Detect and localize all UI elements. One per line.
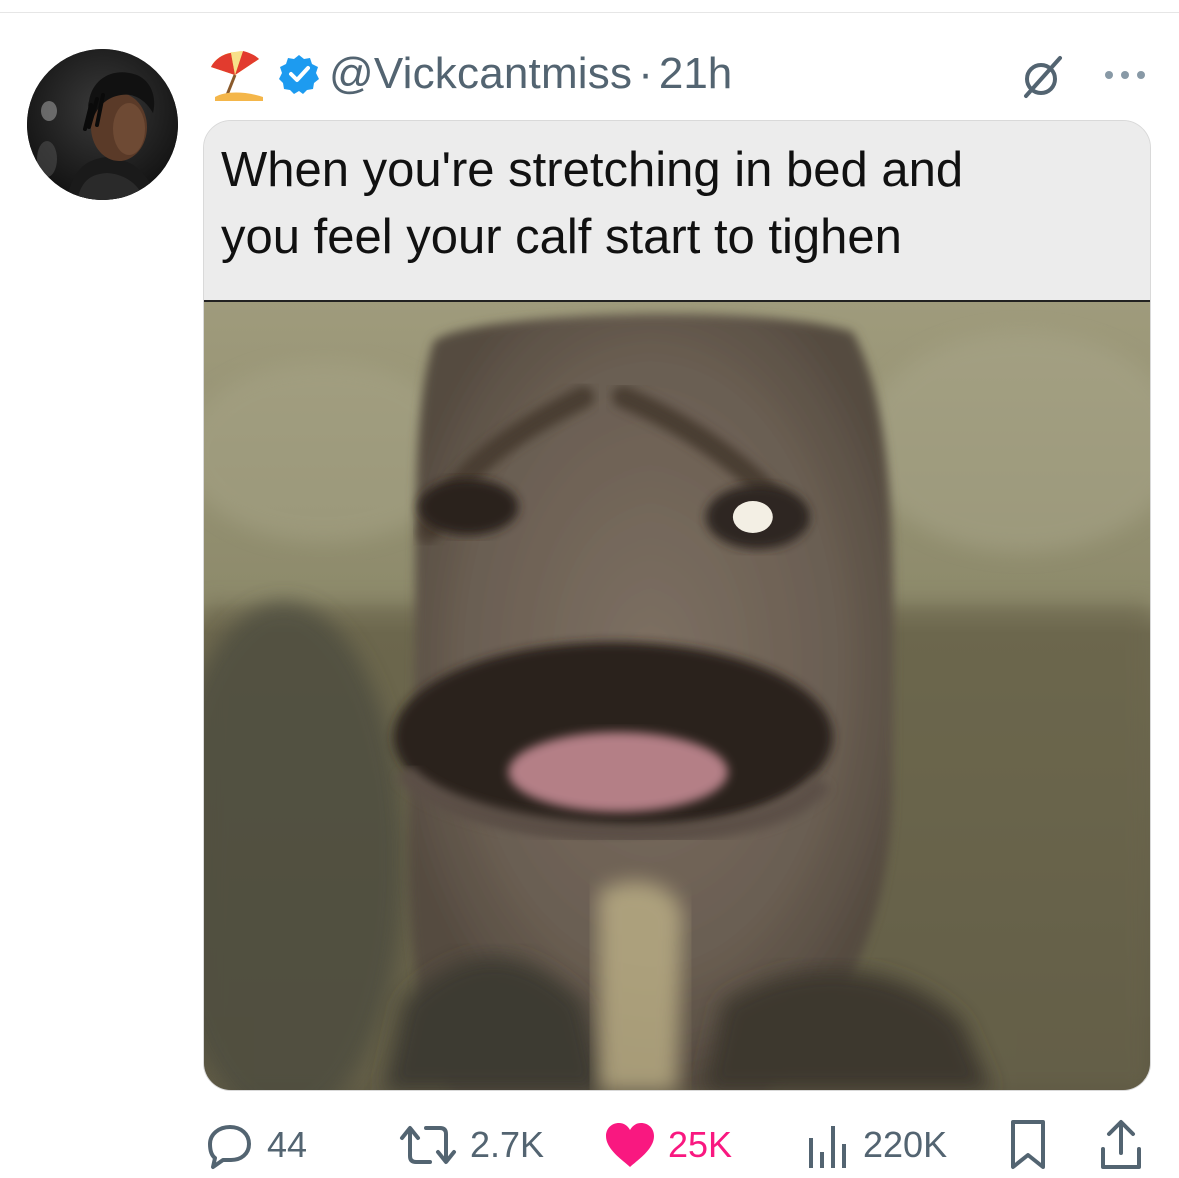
view-count: 220K xyxy=(863,1124,948,1165)
reply-count: 44 xyxy=(267,1124,308,1165)
post-media[interactable]: When you're stretching in bed and you fe… xyxy=(203,120,1151,1091)
avatar-image xyxy=(27,49,178,200)
views-icon xyxy=(809,1126,846,1168)
repost-button[interactable]: 2.7K xyxy=(398,1115,544,1175)
meme-caption-box: When you're stretching in bed and you fe… xyxy=(204,121,1150,302)
views-button[interactable]: 220K xyxy=(805,1115,947,1175)
post-time[interactable]: 21h xyxy=(659,49,732,99)
repost-count: 2.7K xyxy=(470,1124,545,1165)
share-button[interactable] xyxy=(1098,1115,1144,1175)
repost-icon xyxy=(400,1126,456,1164)
share-icon xyxy=(1101,1120,1141,1169)
more-icon[interactable] xyxy=(1102,68,1148,82)
bookmark-button[interactable] xyxy=(1008,1115,1048,1175)
reply-icon xyxy=(208,1125,251,1169)
top-divider xyxy=(0,12,1179,13)
heart-icon xyxy=(606,1123,654,1167)
reply-button[interactable]: 44 xyxy=(205,1115,307,1175)
user-handle[interactable]: @Vickcantmiss xyxy=(329,49,632,99)
post-header: @Vickcantmiss · 21h xyxy=(205,44,732,104)
grok-icon[interactable] xyxy=(1020,54,1066,100)
meme-caption-line-1: When you're stretching in bed and xyxy=(221,143,964,197)
meme-caption-line-2: you feel your calf start to tighen xyxy=(221,210,902,264)
time-separator: · xyxy=(638,49,653,98)
avatar[interactable] xyxy=(27,49,178,200)
action-bar: 44 2.7K 25K 220K xyxy=(0,1115,1179,1175)
like-count: 25K xyxy=(668,1124,733,1165)
bookmark-icon xyxy=(1011,1120,1045,1169)
umbrella-on-ground-icon xyxy=(211,51,263,101)
meme-photo xyxy=(204,302,1150,1090)
like-button[interactable]: 25K xyxy=(604,1115,732,1175)
verified-badge-icon xyxy=(279,55,319,94)
